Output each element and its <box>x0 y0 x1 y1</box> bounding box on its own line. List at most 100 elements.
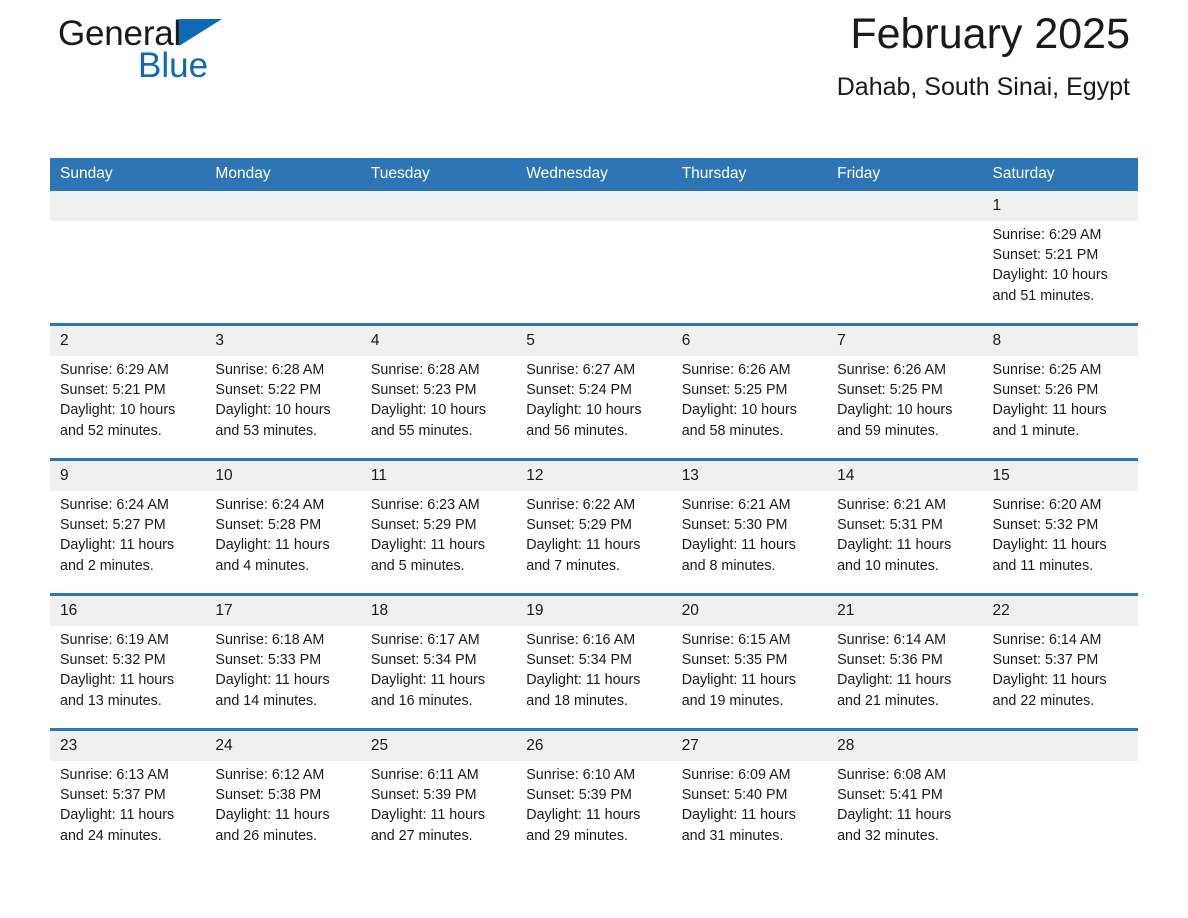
calendar-day-cell[interactable]: 10 Sunrise: 6:24 AM Sunset: 5:28 PM Dayligh… <box>205 458 361 595</box>
sunrise-text: Sunrise: 6:09 AM <box>681 767 791 783</box>
daylight-text: Daylight: 11 hours and 5 minutes. <box>370 537 486 574</box>
day-number: 1 <box>982 191 1138 221</box>
calendar-table: Sunday Monday Tuesday Wednesday Thursday… <box>50 158 1138 863</box>
page-header: General Blue February 2025 Dahab, South … <box>50 0 1138 158</box>
day-details: Sunrise: 6:20 AM Sunset: 5:32 PM Daylight:… <box>983 491 1138 576</box>
day-details: Sunrise: 6:23 AM Sunset: 5:29 PM Daylight:… <box>361 491 516 576</box>
sunset-text: Sunset: 5:22 PM <box>215 382 322 399</box>
weekday-header-thursday: Thursday <box>671 158 828 191</box>
day-number: 19 <box>516 596 672 626</box>
daylight-text: Daylight: 10 hours and 55 minutes. <box>370 402 487 439</box>
sunrise-text: Sunrise: 6:08 AM <box>837 767 946 783</box>
calendar-day-cell[interactable]: 22 Sunrise: 6:14 AM Sunset: 5:37 PM Dayligh… <box>982 593 1138 730</box>
daylight-text: Daylight: 11 hours and 11 minutes. <box>992 537 1107 574</box>
calendar-day-cell[interactable]: 9 Sunrise: 6:24 AM Sunset: 5:27 PM Daylight… <box>50 458 206 595</box>
daylight-text: Daylight: 10 hours and 56 minutes. <box>526 402 642 439</box>
day-details: Sunrise: 6:10 AM Sunset: 5:39 PM Daylight:… <box>516 761 671 846</box>
day-details: Sunrise: 6:08 AM Sunset: 5:41 PM Daylight:… <box>827 761 982 846</box>
day-number <box>50 191 206 221</box>
calendar-day-cell[interactable]: 27 Sunrise: 6:09 AM Sunset: 5:40 PM Dayligh… <box>671 728 828 863</box>
logo-word-blue: Blue <box>138 46 209 85</box>
sunset-text: Sunset: 5:39 PM <box>526 787 632 804</box>
day-details: Sunrise: 6:14 AM Sunset: 5:37 PM Daylight:… <box>983 626 1138 711</box>
sunrise-text: Sunrise: 6:28 AM <box>215 362 325 378</box>
daylight-text: Daylight: 11 hours and 8 minutes. <box>681 537 796 574</box>
calendar-day-cell[interactable]: 5 Sunrise: 6:27 AM Sunset: 5:24 PM Daylight… <box>516 323 672 460</box>
day-number: 24 <box>205 731 361 761</box>
daylight-text: Daylight: 10 hours and 51 minutes. <box>992 267 1108 304</box>
calendar-week-row: 23 Sunrise: 6:13 AM Sunset: 5:37 PM Dayligh… <box>50 728 1138 863</box>
day-details: Sunrise: 6:19 AM Sunset: 5:32 PM Daylight:… <box>50 626 205 711</box>
daylight-text: Daylight: 11 hours and 7 minutes. <box>526 537 641 574</box>
weekday-header-sunday: Sunday <box>50 158 206 191</box>
calendar-day-cell[interactable]: 7 Sunrise: 6:26 AM Sunset: 5:25 PM Daylight… <box>827 323 983 460</box>
calendar-day-cell[interactable]: 8 Sunrise: 6:25 AM Sunset: 5:26 PM Daylight… <box>982 323 1138 460</box>
sunrise-text: Sunrise: 6:17 AM <box>370 632 480 648</box>
sunrise-text: Sunrise: 6:21 AM <box>681 497 791 513</box>
sunrise-text: Sunrise: 6:28 AM <box>370 362 480 378</box>
calendar-day-cell[interactable]: 6 Sunrise: 6:26 AM Sunset: 5:25 PM Daylight… <box>671 323 828 460</box>
weekday-header-monday: Monday <box>205 158 361 191</box>
calendar-day-cell[interactable]: 4 Sunrise: 6:28 AM Sunset: 5:23 PM Daylight… <box>360 323 517 460</box>
day-details: Sunrise: 6:24 AM Sunset: 5:28 PM Daylight:… <box>205 491 360 576</box>
calendar-day-cell[interactable]: 14 Sunrise: 6:21 AM Sunset: 5:31 PM Dayligh… <box>827 458 983 595</box>
calendar-day-cell[interactable]: 26 Sunrise: 6:10 AM Sunset: 5:39 PM Dayligh… <box>516 728 672 863</box>
daylight-text: Daylight: 11 hours and 13 minutes. <box>60 672 175 709</box>
sunrise-text: Sunrise: 6:16 AM <box>526 632 636 648</box>
page-title: February 2025 <box>850 10 1130 58</box>
sunset-text: Sunset: 5:25 PM <box>681 382 788 399</box>
daylight-text: Daylight: 11 hours and 1 minute. <box>992 402 1107 439</box>
calendar-day-cell[interactable]: 25 Sunrise: 6:11 AM Sunset: 5:39 PM Dayligh… <box>360 728 517 863</box>
sunset-text: Sunset: 5:28 PM <box>215 517 322 534</box>
calendar-day-cell[interactable]: 2 Sunrise: 6:29 AM Sunset: 5:21 PM Daylight… <box>50 323 206 460</box>
calendar-day-cell[interactable]: 19 Sunrise: 6:16 AM Sunset: 5:34 PM Dayligh… <box>516 593 672 730</box>
calendar-day-cell[interactable]: 1 Sunrise: 6:29 AM Sunset: 5:21 PM Daylight… <box>982 191 1138 325</box>
sunrise-text: Sunrise: 6:11 AM <box>370 767 479 783</box>
calendar-day-cell[interactable]: 24 Sunrise: 6:12 AM Sunset: 5:38 PM Dayligh… <box>205 728 361 863</box>
day-number: 23 <box>50 731 206 761</box>
general-blue-logo: General Blue <box>58 16 358 106</box>
day-number: 25 <box>360 731 517 761</box>
calendar-day-cell[interactable]: 13 Sunrise: 6:21 AM Sunset: 5:30 PM Dayligh… <box>671 458 828 595</box>
calendar-day-cell[interactable]: 17 Sunrise: 6:18 AM Sunset: 5:33 PM Dayligh… <box>205 593 361 730</box>
calendar-cell-empty <box>205 191 361 325</box>
day-number: 9 <box>50 461 206 491</box>
sunrise-text: Sunrise: 6:27 AM <box>526 362 636 378</box>
sunrise-text: Sunrise: 6:21 AM <box>837 497 946 513</box>
day-number: 18 <box>360 596 517 626</box>
sunrise-text: Sunrise: 6:26 AM <box>837 362 946 378</box>
sunrise-text: Sunrise: 6:24 AM <box>215 497 325 513</box>
sunrise-text: Sunrise: 6:22 AM <box>526 497 636 513</box>
sunset-text: Sunset: 5:39 PM <box>370 787 477 804</box>
sunset-text: Sunset: 5:24 PM <box>526 382 632 399</box>
daylight-text: Daylight: 11 hours and 4 minutes. <box>215 537 330 574</box>
calendar-day-cell[interactable]: 20 Sunrise: 6:15 AM Sunset: 5:35 PM Dayligh… <box>671 593 828 730</box>
calendar-day-cell[interactable]: 23 Sunrise: 6:13 AM Sunset: 5:37 PM Dayligh… <box>50 728 206 863</box>
sunset-text: Sunset: 5:31 PM <box>837 517 943 534</box>
calendar-day-cell[interactable]: 18 Sunrise: 6:17 AM Sunset: 5:34 PM Dayligh… <box>360 593 517 730</box>
calendar-day-cell[interactable]: 12 Sunrise: 6:22 AM Sunset: 5:29 PM Dayligh… <box>516 458 672 595</box>
daylight-text: Daylight: 11 hours and 14 minutes. <box>215 672 330 709</box>
day-number: 15 <box>982 461 1138 491</box>
sunrise-text: Sunrise: 6:26 AM <box>681 362 791 378</box>
calendar-day-cell[interactable]: 15 Sunrise: 6:20 AM Sunset: 5:32 PM Dayligh… <box>982 458 1138 595</box>
day-number <box>982 731 1138 761</box>
sunrise-text: Sunrise: 6:15 AM <box>681 632 791 648</box>
sunset-text: Sunset: 5:30 PM <box>681 517 788 534</box>
day-number <box>671 191 828 221</box>
day-details: Sunrise: 6:28 AM Sunset: 5:22 PM Daylight:… <box>205 356 360 441</box>
calendar-day-cell[interactable]: 3 Sunrise: 6:28 AM Sunset: 5:22 PM Daylight… <box>205 323 361 460</box>
sunset-text: Sunset: 5:34 PM <box>526 652 632 669</box>
sunrise-text: Sunrise: 6:23 AM <box>370 497 480 513</box>
day-details: Sunrise: 6:24 AM Sunset: 5:27 PM Daylight:… <box>50 491 205 576</box>
day-details: Sunrise: 6:15 AM Sunset: 5:35 PM Daylight:… <box>672 626 827 711</box>
calendar-day-cell[interactable]: 16 Sunrise: 6:19 AM Sunset: 5:32 PM Dayligh… <box>50 593 206 730</box>
day-details: Sunrise: 6:29 AM Sunset: 5:21 PM Daylight:… <box>50 356 205 441</box>
sunset-text: Sunset: 5:40 PM <box>681 787 788 804</box>
calendar-day-cell[interactable]: 28 Sunrise: 6:08 AM Sunset: 5:41 PM Dayligh… <box>827 728 983 863</box>
day-number <box>205 191 361 221</box>
calendar-day-cell[interactable]: 21 Sunrise: 6:14 AM Sunset: 5:36 PM Dayligh… <box>827 593 983 730</box>
calendar-cell-empty <box>671 191 828 325</box>
calendar-day-cell[interactable]: 11 Sunrise: 6:23 AM Sunset: 5:29 PM Dayligh… <box>360 458 517 595</box>
day-details: Sunrise: 6:11 AM Sunset: 5:39 PM Daylight:… <box>361 761 516 846</box>
